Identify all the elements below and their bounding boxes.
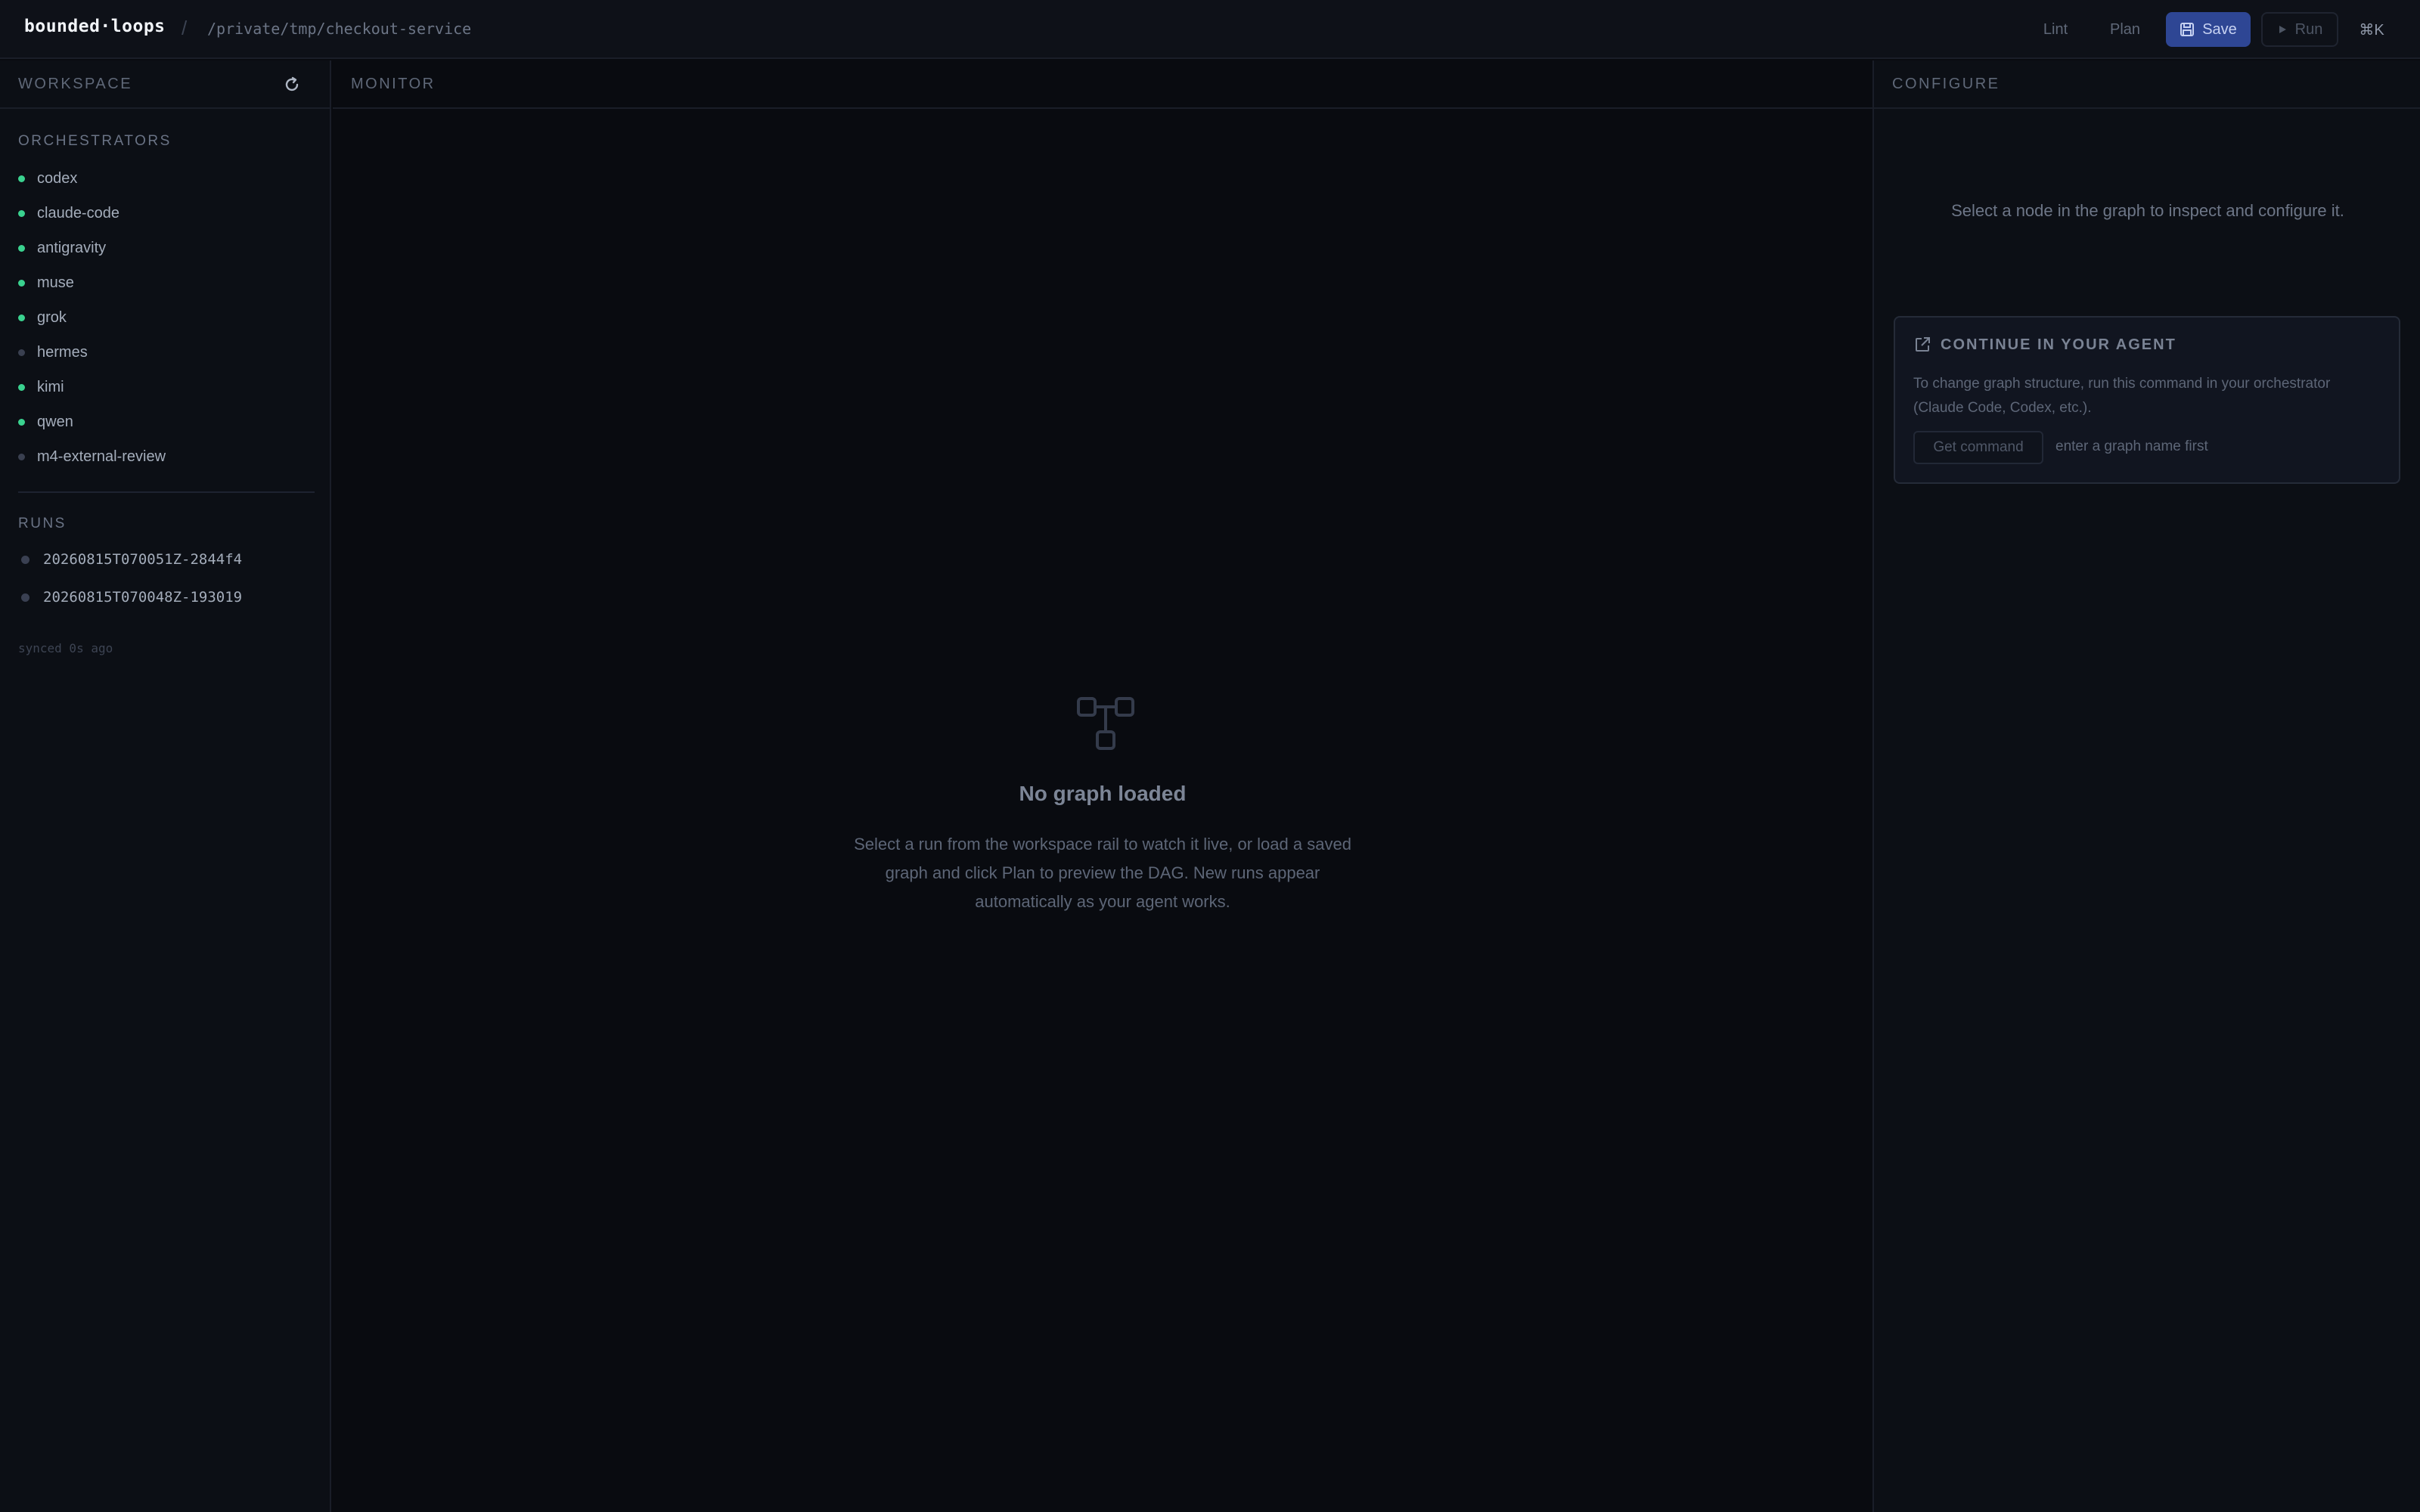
top-bar: bounded·loops / /private/tmp/checkout-se… xyxy=(0,0,2420,59)
empty-state-description: Select a run from the workspace rail to … xyxy=(854,835,1351,911)
graph-icon xyxy=(1077,697,1134,750)
card-title: CONTINUE IN YOUR AGENT xyxy=(1941,336,2176,353)
run-item[interactable]: 20260815T070048Z-193019 xyxy=(21,584,242,611)
refresh-button[interactable] xyxy=(281,74,302,95)
workspace-header: WORKSPACE xyxy=(0,60,330,109)
orchestrator-item[interactable]: codex xyxy=(18,165,77,192)
orchestrator-item[interactable]: claude-code xyxy=(18,200,119,227)
configure-hint: Select a node in the graph to inspect an… xyxy=(1951,201,2344,220)
run-id: 20260815T070048Z-193019 xyxy=(43,589,243,606)
workspace-title: WORKSPACE xyxy=(18,76,133,92)
run-button-label: Run xyxy=(2294,20,2323,38)
orchestrator-item[interactable]: qwen xyxy=(18,408,73,435)
monitor-header: MONITOR xyxy=(333,60,1872,109)
run-button[interactable]: Run xyxy=(2261,12,2338,47)
status-dot xyxy=(18,244,25,252)
orchestrator-item[interactable]: grok xyxy=(18,304,67,331)
rail-divider xyxy=(18,491,315,493)
plan-button[interactable]: Plan xyxy=(2095,12,2155,47)
play-icon xyxy=(2279,26,2286,33)
breadcrumb-separator: / xyxy=(182,17,188,39)
save-button[interactable]: Save xyxy=(2166,12,2251,47)
status-dot xyxy=(18,209,25,217)
lint-button-label: Lint xyxy=(2043,20,2068,38)
orchestrator-name: kimi xyxy=(37,378,64,395)
run-item[interactable]: 20260815T070051Z-2844f4 xyxy=(21,546,242,573)
monitor-title: MONITOR xyxy=(351,76,436,92)
configure-title: CONFIGURE xyxy=(1892,76,2000,92)
run-status-dot xyxy=(21,555,29,564)
status-dot xyxy=(18,175,25,182)
status-dot xyxy=(18,418,25,426)
orchestrator-name: claude-code xyxy=(37,204,119,222)
lint-button[interactable]: Lint xyxy=(2027,12,2084,47)
get-command-button[interactable]: Get command xyxy=(1913,431,2043,464)
sync-status: synced 0s ago xyxy=(18,641,113,655)
orchestrator-name: muse xyxy=(37,274,74,291)
orchestrator-name: m4-external-review xyxy=(37,448,166,465)
command-hint: enter a graph name first xyxy=(2055,438,2208,454)
card-header: CONTINUE IN YOUR AGENT xyxy=(1913,336,2176,354)
workspace-rail: WORKSPACE ORCHESTRATORS codex claude-cod… xyxy=(0,60,331,1512)
orchestrator-name: grok xyxy=(37,308,67,326)
plan-button-label: Plan xyxy=(2109,20,2141,38)
orchestrator-item[interactable]: muse xyxy=(18,269,74,296)
orchestrator-name: codex xyxy=(37,169,78,187)
orchestrator-item[interactable]: kimi xyxy=(18,373,64,401)
continue-in-agent-card: CONTINUE IN YOUR AGENT To change graph s… xyxy=(1894,316,2400,484)
refresh-icon xyxy=(285,76,299,91)
runs-label: RUNS xyxy=(18,516,67,531)
orchestrator-name: qwen xyxy=(37,413,73,430)
orchestrators-label: ORCHESTRATORS xyxy=(18,133,172,149)
command-palette-label: ⌘K xyxy=(2359,21,2384,39)
configure-header: CONFIGURE xyxy=(1874,60,2420,109)
orchestrator-name: hermes xyxy=(37,343,88,361)
empty-state-title: No graph loaded xyxy=(1019,782,1187,805)
external-link-icon xyxy=(1916,337,1930,352)
status-dot xyxy=(18,349,25,356)
save-button-label: Save xyxy=(2202,20,2237,38)
command-palette-shortcut[interactable]: ⌘K xyxy=(2356,12,2387,47)
get-command-label: Get command xyxy=(1933,439,2024,455)
status-dot xyxy=(18,314,25,321)
status-dot xyxy=(18,279,25,287)
card-description: To change graph structure, run this comm… xyxy=(1913,376,2331,416)
run-id: 20260815T070051Z-2844f4 xyxy=(43,551,243,568)
configure-pane: CONFIGURE Select a node in the graph to … xyxy=(1872,60,2420,1512)
monitor-pane: MONITOR No graph loaded Select a run fro… xyxy=(333,60,1872,1512)
orchestrator-name: antigravity xyxy=(37,239,107,256)
status-dot xyxy=(18,383,25,391)
orchestrator-item[interactable]: hermes xyxy=(18,339,88,366)
workspace-path: /private/tmp/checkout-service xyxy=(207,20,472,38)
run-status-dot xyxy=(21,593,29,602)
brand-logo[interactable]: bounded·loops xyxy=(24,17,166,36)
orchestrator-item[interactable]: m4-external-review xyxy=(18,443,166,470)
status-dot xyxy=(18,453,25,460)
save-icon xyxy=(2180,23,2195,36)
orchestrator-item[interactable]: antigravity xyxy=(18,234,106,262)
